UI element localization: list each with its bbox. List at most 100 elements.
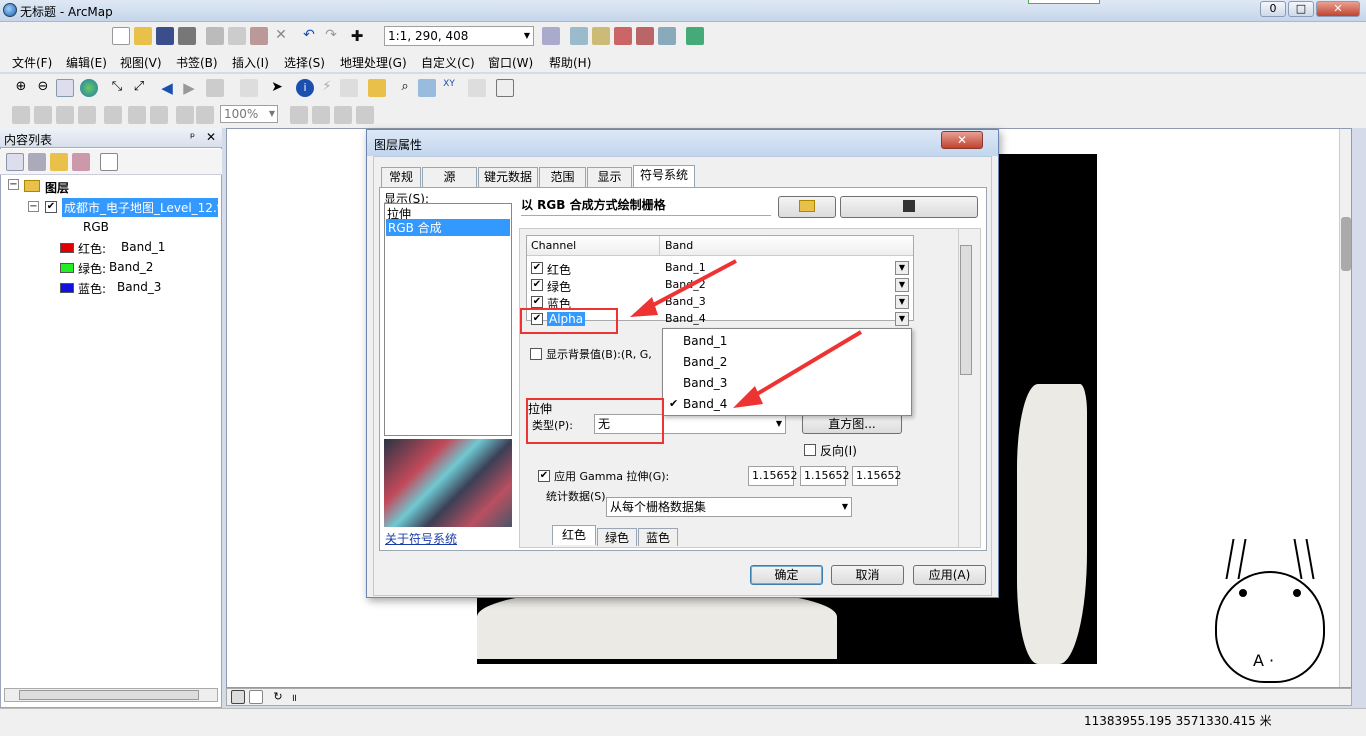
find-route-icon[interactable] — [418, 79, 436, 97]
identify-icon[interactable]: i — [296, 79, 314, 97]
menu-bookmarks[interactable]: 书签(B) — [176, 54, 218, 71]
close-window-button[interactable]: ✕ — [1316, 1, 1360, 17]
statistics-select[interactable]: 从每个栅格数据集 ▼ — [606, 497, 852, 517]
chevron-down-icon[interactable]: ▼ — [895, 295, 909, 309]
forward-icon[interactable]: ▶ — [180, 79, 198, 97]
new-document-icon[interactable] — [112, 27, 130, 45]
focus-data-frame-icon[interactable] — [312, 106, 330, 124]
map-scroll-thumb[interactable] — [1341, 217, 1351, 271]
data-driven-pages-icon[interactable] — [356, 106, 374, 124]
undo-icon[interactable]: ↶ — [300, 27, 318, 45]
cancel-button[interactable]: 取消 — [831, 565, 904, 585]
show-item-rgb[interactable]: RGB 合成 — [386, 219, 510, 236]
add-data-icon[interactable]: ✚ — [348, 27, 366, 45]
fixed-zoom-out-layout-icon[interactable] — [150, 106, 168, 124]
hyperlink-icon[interactable]: ⚡ — [318, 79, 336, 97]
clear-selection-icon[interactable] — [240, 79, 258, 97]
toggle-draft-icon[interactable] — [290, 106, 308, 124]
editor-icon[interactable] — [542, 27, 560, 45]
menu-customize[interactable]: 自定义(C) — [421, 54, 475, 71]
zoom-100-icon[interactable] — [104, 106, 122, 124]
open-folder-icon[interactable] — [134, 27, 152, 45]
layout-back-icon[interactable] — [176, 106, 194, 124]
measure-icon[interactable] — [368, 79, 386, 97]
tab-symbology[interactable]: 符号系统 — [633, 165, 695, 187]
menu-file[interactable]: 文件(F) — [12, 54, 52, 71]
back-icon[interactable]: ◀ — [158, 79, 176, 97]
layer-name[interactable]: 成都市_电子地图_Level_12.ti — [62, 198, 218, 217]
list-by-selection-icon[interactable] — [72, 153, 90, 171]
fixed-zoom-in-layout-icon[interactable] — [128, 106, 146, 124]
pause-drawing-icon[interactable]: ॥ — [287, 690, 301, 704]
minimize-button[interactable]: 0 — [1260, 1, 1286, 17]
sub-tab-blue[interactable]: 蓝色 — [638, 528, 678, 546]
layout-forward-icon[interactable] — [196, 106, 214, 124]
red-channel-checkbox[interactable]: ✔ — [531, 262, 543, 274]
pin-icon[interactable]: ᵖ — [190, 130, 195, 144]
toc-scroll-thumb[interactable] — [19, 690, 199, 700]
toc-horizontal-scrollbar[interactable] — [4, 688, 218, 702]
menu-insert[interactable]: 插入(I) — [232, 54, 269, 71]
layout-zoom-out-icon[interactable] — [34, 106, 52, 124]
toc-options-icon[interactable] — [100, 153, 118, 171]
expand-layer-icon[interactable]: − — [28, 201, 39, 212]
menu-selection[interactable]: 选择(S) — [284, 54, 325, 71]
catalog-icon[interactable] — [592, 27, 610, 45]
python-window-icon[interactable] — [658, 27, 676, 45]
tab-display[interactable]: 显示 — [587, 167, 632, 187]
print-icon[interactable] — [178, 27, 196, 45]
list-by-source-icon[interactable] — [28, 153, 46, 171]
layer-visibility-checkbox[interactable]: ✔ — [45, 201, 57, 213]
tab-general[interactable]: 常规 — [381, 167, 421, 187]
list-by-visibility-icon[interactable] — [50, 153, 68, 171]
blue-channel-checkbox[interactable]: ✔ — [531, 296, 543, 308]
html-popup-icon[interactable] — [340, 79, 358, 97]
fixed-zoom-out-icon[interactable]: ⤢ — [130, 79, 148, 97]
toc-close-icon[interactable]: ✕ — [206, 130, 216, 144]
menu-view[interactable]: 视图(V) — [120, 54, 162, 71]
menu-windows[interactable]: 窗口(W) — [488, 54, 533, 71]
menu-geoprocessing[interactable]: 地理处理(G) — [340, 54, 407, 71]
redo-icon[interactable]: ↷ — [322, 27, 340, 45]
sub-tab-green[interactable]: 绿色 — [597, 528, 637, 546]
select-features-icon[interactable] — [206, 79, 224, 97]
maximize-button[interactable]: □ — [1288, 1, 1314, 17]
cut-icon[interactable] — [206, 27, 224, 45]
time-slider-icon[interactable] — [468, 79, 486, 97]
symbology-vertical-scrollbar[interactable] — [958, 229, 972, 547]
tab-extent[interactable]: 范围 — [539, 167, 586, 187]
zoom-out-icon[interactable]: ⊖ — [34, 79, 52, 97]
ok-button[interactable]: 确定 — [750, 565, 823, 585]
goto-xy-icon[interactable]: XY — [440, 79, 458, 97]
save-icon[interactable] — [156, 27, 174, 45]
gamma-green-input[interactable]: 1.15652 — [800, 466, 850, 486]
gamma-red-input[interactable]: 1.15652 — [748, 466, 798, 486]
fixed-zoom-in-icon[interactable]: ⤡ — [108, 79, 126, 97]
paste-icon[interactable] — [250, 27, 268, 45]
refresh-icon[interactable]: ↻ — [271, 690, 285, 704]
chevron-down-icon[interactable]: ▼ — [895, 278, 909, 292]
menu-help[interactable]: 帮助(H) — [549, 54, 591, 71]
chevron-down-icon[interactable]: ▼ — [895, 312, 909, 326]
invert-checkbox[interactable] — [804, 444, 816, 456]
full-extent-icon[interactable] — [80, 79, 98, 97]
green-channel-checkbox[interactable]: ✔ — [531, 279, 543, 291]
tab-source[interactable]: 源 — [422, 167, 477, 187]
gamma-checkbox[interactable]: ✔ — [538, 470, 550, 482]
band-option-1[interactable]: Band_1 — [683, 334, 727, 348]
gamma-blue-input[interactable]: 1.15652 — [852, 466, 902, 486]
zoom-whole-page-icon[interactable] — [78, 106, 96, 124]
arctoolbox-icon[interactable] — [636, 27, 654, 45]
model-builder-icon[interactable] — [686, 27, 704, 45]
change-layout-icon[interactable] — [334, 106, 352, 124]
data-view-icon[interactable] — [231, 690, 245, 704]
tab-key-metadata[interactable]: 键元数据 — [478, 167, 538, 187]
find-icon[interactable]: ⌕ — [396, 79, 414, 97]
save-layer-button[interactable] — [840, 196, 978, 218]
scale-combobox[interactable]: 1:1, 290, 408 ▼ — [384, 26, 534, 46]
layout-zoom-in-icon[interactable] — [12, 106, 30, 124]
toc-window-icon[interactable] — [570, 27, 588, 45]
delete-icon[interactable]: ✕ — [272, 27, 290, 45]
open-layer-button[interactable] — [778, 196, 836, 218]
layout-pan-icon[interactable] — [56, 106, 74, 124]
